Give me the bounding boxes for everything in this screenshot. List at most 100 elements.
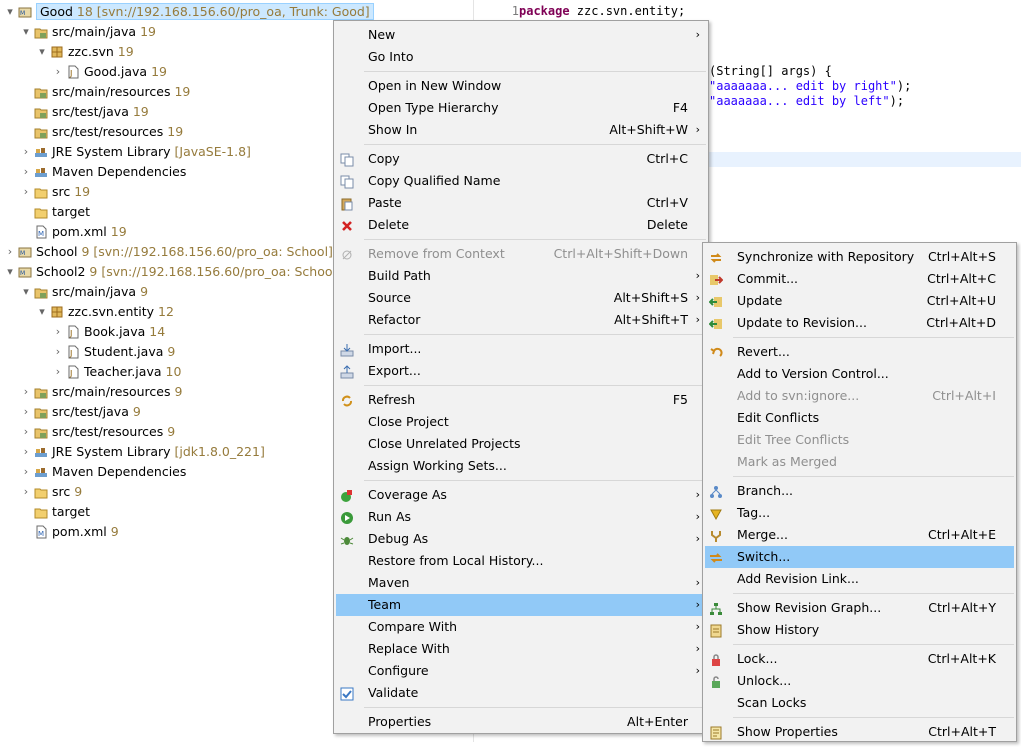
menu-item-merge[interactable]: Merge... Ctrl+Alt+E — [705, 524, 1014, 546]
menu-item-update-to-revision[interactable]: Update to Revision... Ctrl+Alt+D — [705, 312, 1014, 334]
tree-item[interactable]: ▾ M Good 18 [svn://192.168.156.60/pro_oa, … — [0, 2, 474, 22]
menu-item-compare-with[interactable]: Compare With › — [336, 616, 706, 638]
menu-item-label: Unlock... — [737, 673, 792, 688]
menu-item-configure[interactable]: Configure › — [336, 660, 706, 682]
menu-item-paste[interactable]: Paste Ctrl+V — [336, 192, 706, 214]
menu-item-switch[interactable]: Switch... — [705, 546, 1014, 568]
tree-twisty[interactable]: › — [20, 182, 32, 202]
menu-item-show-in[interactable]: Show In Alt+Shift+W › — [336, 119, 706, 141]
menu-item-add-to-version-control[interactable]: Add to Version Control... — [705, 363, 1014, 385]
menu-item-label: Source — [368, 290, 411, 305]
import-icon — [340, 342, 354, 357]
branch-icon — [709, 484, 723, 498]
menu-item-import[interactable]: Import... — [336, 338, 706, 360]
tree-twisty[interactable] — [20, 82, 32, 102]
tree-twisty[interactable]: › — [52, 62, 64, 82]
menu-item-add-revision-link[interactable]: Add Revision Link... — [705, 568, 1014, 590]
tree-twisty[interactable] — [20, 502, 32, 522]
menu-item-update[interactable]: Update Ctrl+Alt+U — [705, 290, 1014, 312]
menu-item-label: Add to svn:ignore... — [737, 388, 860, 403]
menu-item-debug-as[interactable]: Debug As › — [336, 528, 706, 550]
tree-item-decoration: 19 — [136, 24, 156, 39]
tree-twisty[interactable]: › — [20, 162, 32, 182]
tree-twisty[interactable]: › — [20, 442, 32, 462]
menu-item-restore-from-local-history[interactable]: Restore from Local History... — [336, 550, 706, 572]
tree-twisty[interactable] — [20, 102, 32, 122]
run-icon — [340, 510, 354, 524]
menu-item-open-type-hierarchy[interactable]: Open Type Hierarchy F4 — [336, 97, 706, 119]
menu-item-shortcut: Alt+Enter — [627, 714, 688, 729]
project-icon: M — [18, 245, 32, 259]
tree-item-label: Good.java — [84, 64, 148, 79]
tree-twisty[interactable]: ▾ — [4, 2, 16, 22]
menu-item-open-in-new-window[interactable]: Open in New Window — [336, 75, 706, 97]
menu-item-show-properties[interactable]: Show Properties Ctrl+Alt+T — [705, 721, 1014, 743]
menu-item-team[interactable]: Team › — [336, 594, 706, 616]
menu-item-source[interactable]: Source Alt+Shift+S › — [336, 287, 706, 309]
menu-item-properties[interactable]: Properties Alt+Enter — [336, 711, 706, 733]
tree-twisty[interactable]: ▾ — [36, 302, 48, 322]
menu-item-tag[interactable]: Tag... — [705, 502, 1014, 524]
menu-item-new[interactable]: New › — [336, 24, 706, 46]
tree-item-label: Maven Dependencies — [52, 464, 187, 479]
tree-item-decoration: 9 [svn://192.168.156.60/pro_oa: School] — [77, 244, 333, 259]
menu-item-validate[interactable]: Validate — [336, 682, 706, 704]
menu-item-copy-qualified-name[interactable]: Copy Qualified Name — [336, 170, 706, 192]
tree-twisty[interactable]: › — [52, 322, 64, 342]
tree-twisty[interactable]: ▾ — [20, 282, 32, 302]
menu-item-close-project[interactable]: Close Project — [336, 411, 706, 433]
menu-item-commit[interactable]: Commit... Ctrl+Alt+C — [705, 268, 1014, 290]
menu-item-scan-locks[interactable]: Scan Locks — [705, 692, 1014, 714]
tree-twisty[interactable] — [20, 202, 32, 222]
menu-item-edit-conflicts[interactable]: Edit Conflicts — [705, 407, 1014, 429]
menu-item-revert[interactable]: Revert... — [705, 341, 1014, 363]
menu-item-assign-working-sets[interactable]: Assign Working Sets... — [336, 455, 706, 477]
tree-twisty[interactable]: ▾ — [20, 22, 32, 42]
menu-item-build-path[interactable]: Build Path › — [336, 265, 706, 287]
menu-item-run-as[interactable]: Run As › — [336, 506, 706, 528]
checkbox-checked-icon — [340, 686, 354, 701]
menu-item-close-unrelated-projects[interactable]: Close Unrelated Projects — [336, 433, 706, 455]
menu-item-unlock[interactable]: Unlock... — [705, 670, 1014, 692]
tree-twisty[interactable]: ▾ — [36, 42, 48, 62]
tree-twisty[interactable]: › — [20, 422, 32, 442]
menu-item-label: Revert... — [737, 344, 790, 359]
menu-item-replace-with[interactable]: Replace With › — [336, 638, 706, 660]
menu-item-export[interactable]: Export... — [336, 360, 706, 382]
tree-item-label: Student.java — [84, 344, 164, 359]
menu-item-go-into[interactable]: Go Into — [336, 46, 706, 68]
menu-separator — [733, 644, 1014, 645]
menu-item-refresh[interactable]: Refresh F5 — [336, 389, 706, 411]
menu-item-delete[interactable]: Delete Delete — [336, 214, 706, 236]
tree-twisty[interactable]: › — [52, 362, 64, 382]
menu-item-show-revision-graph[interactable]: Show Revision Graph... Ctrl+Alt+Y — [705, 597, 1014, 619]
tree-twisty[interactable]: › — [20, 142, 32, 162]
menu-item-maven[interactable]: Maven › — [336, 572, 706, 594]
menu-item-label: Go Into — [368, 49, 414, 64]
folder-icon — [34, 205, 48, 219]
menu-item-lock[interactable]: Lock... Ctrl+Alt+K — [705, 648, 1014, 670]
tree-twisty[interactable]: › — [20, 482, 32, 502]
menu-item-copy[interactable]: Copy Ctrl+C — [336, 148, 706, 170]
menu-item-branch[interactable]: Branch... — [705, 480, 1014, 502]
tree-twisty[interactable]: ▾ — [4, 262, 16, 282]
menu-item-synchronize-with-repository[interactable]: Synchronize with Repository Ctrl+Alt+S — [705, 246, 1014, 268]
tree-twisty[interactable]: › — [52, 342, 64, 362]
tree-twisty[interactable]: › — [4, 242, 16, 262]
tree-item-label: Teacher.java — [84, 364, 162, 379]
tree-twisty[interactable]: › — [20, 462, 32, 482]
tree-twisty[interactable] — [20, 222, 32, 242]
tree-twisty[interactable] — [20, 122, 32, 142]
tree-item-decoration: 14 — [145, 324, 166, 339]
tree-twisty[interactable]: › — [20, 382, 32, 402]
menu-item-shortcut: Alt+Shift+S — [613, 290, 688, 305]
tree-item-text: src/test/java 19 — [52, 102, 149, 122]
menu-item-coverage-as[interactable]: Coverage As › — [336, 484, 706, 506]
menu-item-refactor[interactable]: Refactor Alt+Shift+T › — [336, 309, 706, 331]
tree-twisty[interactable] — [20, 522, 32, 542]
tree-twisty[interactable]: › — [20, 402, 32, 422]
java-file-icon: J — [66, 325, 80, 339]
menu-item-label: Show Properties — [737, 724, 838, 739]
menu-item-show-history[interactable]: Show History — [705, 619, 1014, 641]
menu-separator — [733, 593, 1014, 594]
